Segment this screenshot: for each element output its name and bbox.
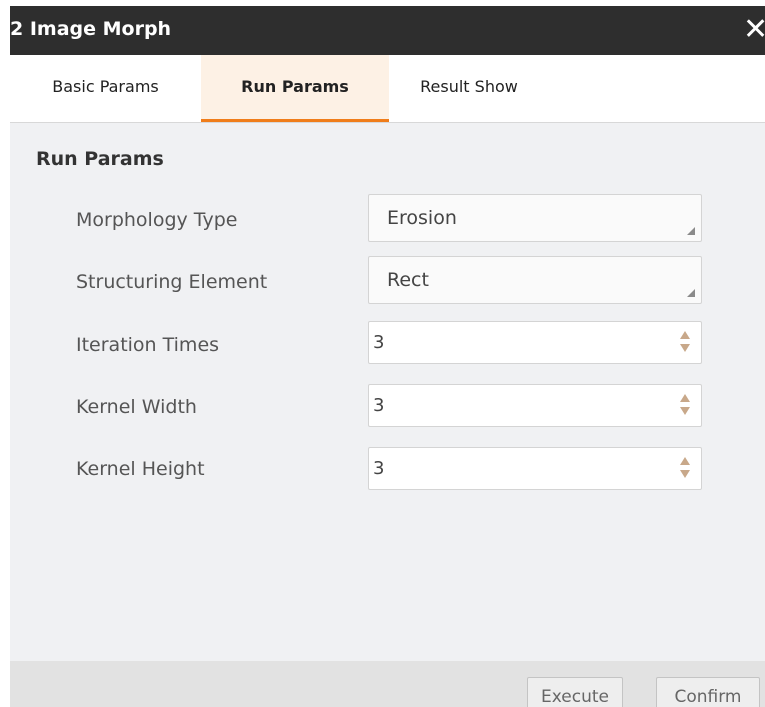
morphology-type-value: Erosion: [387, 207, 457, 229]
spin-down-icon[interactable]: [680, 407, 690, 415]
close-icon[interactable]: ✕: [743, 13, 765, 47]
section-heading: Run Params: [36, 148, 164, 170]
iteration-times-label: Iteration Times: [76, 334, 220, 356]
iteration-times-value: 3: [373, 332, 385, 353]
tab-bar: Basic Params Run Params Result Show: [10, 55, 765, 123]
kernel-width-label: Kernel Width: [76, 396, 197, 418]
structuring-element-select[interactable]: Rect: [368, 256, 702, 304]
spin-down-icon[interactable]: [680, 344, 690, 352]
morphology-type-select[interactable]: Erosion: [368, 194, 702, 242]
tab-result-show[interactable]: Result Show: [389, 55, 549, 119]
kernel-width-stepper[interactable]: 3: [368, 384, 702, 427]
execute-button[interactable]: Execute: [527, 677, 623, 707]
confirm-button[interactable]: Confirm: [656, 677, 760, 707]
kernel-height-label: Kernel Height: [76, 458, 205, 480]
tab-run-params[interactable]: Run Params: [201, 55, 389, 122]
spin-up-icon[interactable]: [680, 457, 690, 465]
kernel-height-stepper[interactable]: 3: [368, 447, 702, 490]
dropdown-corner-icon: [687, 227, 695, 235]
spin-down-icon[interactable]: [680, 470, 690, 478]
kernel-width-value: 3: [373, 395, 385, 416]
structuring-element-value: Rect: [387, 269, 429, 291]
structuring-element-label: Structuring Element: [76, 271, 268, 293]
dropdown-corner-icon: [687, 289, 695, 297]
window-title: 2 Image Morph: [10, 18, 172, 40]
spin-up-icon[interactable]: [680, 394, 690, 402]
footer-bar: Execute Confirm: [10, 661, 765, 707]
spin-up-icon[interactable]: [680, 331, 690, 339]
morphology-type-label: Morphology Type: [76, 209, 238, 231]
tab-basic-params[interactable]: Basic Params: [10, 55, 201, 119]
title-bar: 2 Image Morph ✕: [10, 6, 765, 55]
iteration-times-stepper[interactable]: 3: [368, 321, 702, 364]
image-morph-dialog: 2 Image Morph ✕ Basic Params Run Params …: [10, 6, 765, 707]
kernel-height-value: 3: [373, 458, 385, 479]
